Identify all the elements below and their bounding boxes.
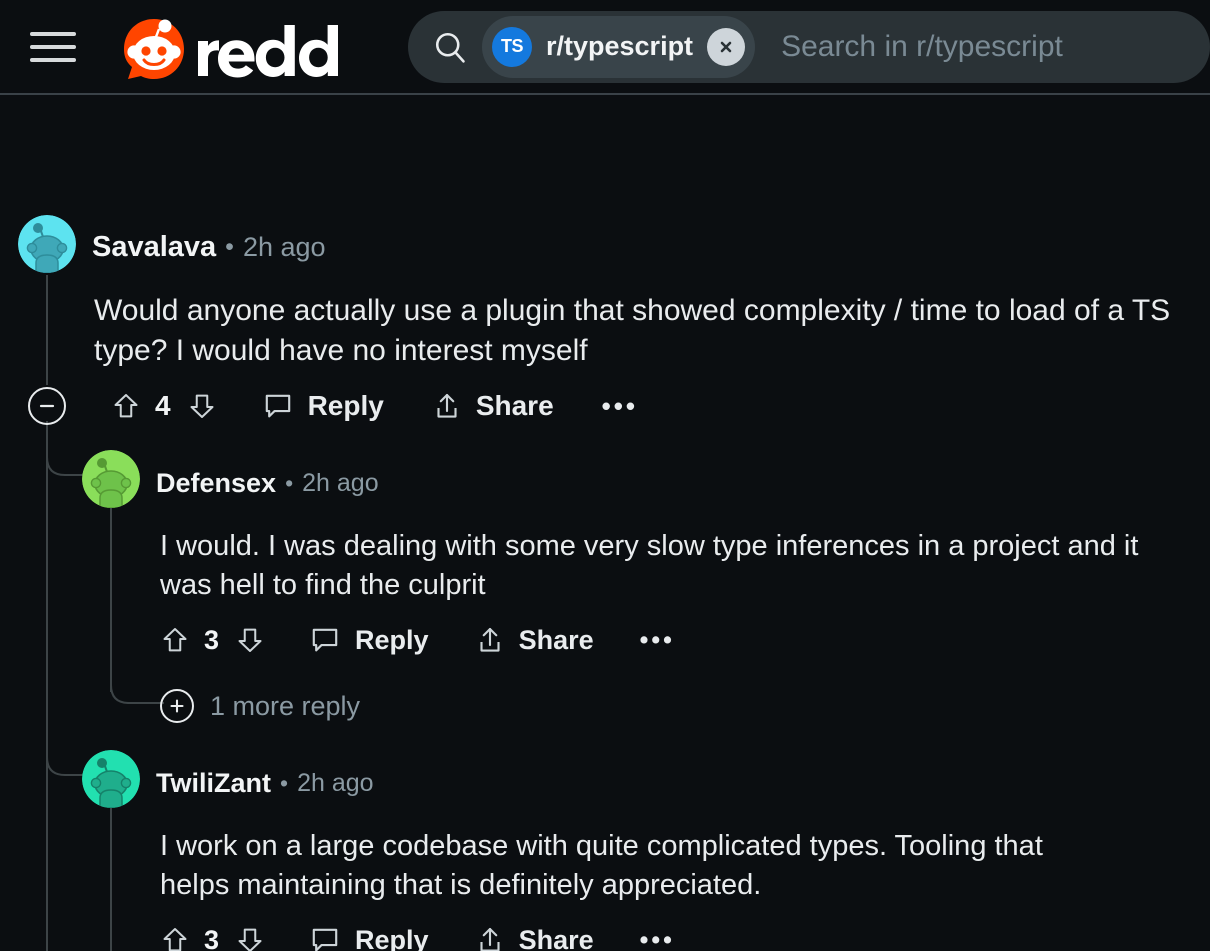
separator-dot: • — [225, 232, 234, 261]
share-arrow-icon — [480, 627, 500, 652]
comment-header: TwiliZant • 2h ago — [156, 753, 374, 813]
reddit-logo[interactable] — [118, 15, 346, 79]
thread-line-depth0 — [46, 275, 48, 385]
top-navigation-bar: TS r/typescript Search in r/typescript — [0, 0, 1210, 95]
comment-actions: 4 Reply Share ••• — [28, 387, 638, 425]
vote-count: 4 — [155, 390, 171, 421]
thread-line-depth1 — [110, 507, 112, 692]
collapse-minus-icon[interactable] — [28, 387, 66, 425]
search-scope-chip[interactable]: TS r/typescript — [482, 15, 756, 78]
comment-timestamp: 2h ago — [242, 231, 326, 262]
comment-body: Would anyone actually use a plugin that … — [94, 294, 1171, 367]
more-options-icon[interactable]: ••• — [640, 626, 675, 655]
search-input[interactable]: Search in r/typescript — [781, 30, 1063, 64]
downvote-button[interactable] — [235, 925, 265, 951]
snoo-avatar-icon — [18, 215, 76, 273]
comment-author[interactable]: TwiliZant — [156, 768, 271, 799]
comment-thread: Savalava • 2h ago Would anyone actually … — [0, 95, 1210, 951]
comment-bubble-icon — [312, 928, 338, 951]
separator-dot: • — [285, 469, 294, 496]
upvote-arrow-icon — [114, 394, 138, 418]
avatar[interactable] — [82, 450, 140, 508]
reply-label: Reply — [355, 624, 429, 655]
reply-label: Reply — [307, 390, 384, 421]
upvote-button[interactable] — [160, 625, 190, 655]
share-button[interactable]: Share — [475, 625, 594, 656]
comment-bubble-icon — [312, 628, 338, 652]
share-arrow-icon — [437, 393, 457, 418]
reply-label: Reply — [355, 924, 429, 951]
share-button[interactable]: Share — [432, 390, 554, 422]
reply-button[interactable]: Reply — [309, 624, 429, 656]
more-options-icon[interactable]: ••• — [602, 391, 638, 422]
snoo-avatar-icon — [82, 450, 140, 508]
share-label: Share — [518, 924, 594, 951]
upvote-arrow-icon — [163, 928, 187, 951]
subreddit-avatar: TS — [492, 26, 532, 67]
comment-timestamp: 2h ago — [302, 468, 379, 497]
downvote-arrow-icon — [190, 394, 214, 418]
thread-line-depth0 — [46, 421, 48, 951]
upvote-button[interactable] — [111, 391, 141, 421]
share-label: Share — [518, 624, 594, 655]
hamburger-menu-icon[interactable] — [30, 27, 76, 67]
upvote-arrow-icon — [163, 628, 187, 652]
hamburger-bar — [30, 57, 76, 62]
reply-button[interactable]: Reply — [309, 924, 429, 951]
vote-count: 3 — [204, 924, 220, 951]
comment-bubble-icon — [265, 394, 290, 418]
share-button[interactable]: Share — [475, 925, 594, 951]
more-replies-label: 1 more reply — [210, 690, 361, 721]
search-icon — [428, 25, 472, 69]
comment-author[interactable]: Savalava — [92, 231, 216, 264]
separator-dot: • — [280, 769, 289, 796]
share-label: Share — [475, 390, 554, 421]
comment-timestamp: 2h ago — [297, 768, 374, 797]
downvote-arrow-icon — [238, 928, 262, 951]
comment-body: I would. I was dealing with some very sl… — [160, 530, 1139, 601]
thread-line-depth1 — [110, 807, 112, 951]
reddit-logo-icon — [124, 18, 338, 79]
snoo-avatar-icon — [82, 750, 140, 808]
avatar[interactable] — [18, 215, 76, 273]
more-options-icon[interactable]: ••• — [640, 926, 675, 951]
comment-author[interactable]: Defensex — [156, 468, 276, 499]
comment-actions: 3 Reply Share ••• — [160, 924, 675, 951]
comment-header: Savalava • 2h ago — [92, 217, 326, 277]
more-replies-button[interactable]: 1 more reply — [160, 689, 360, 723]
upvote-button[interactable] — [160, 925, 190, 951]
reply-button[interactable]: Reply — [262, 390, 384, 422]
subreddit-name: r/typescript — [546, 31, 694, 61]
downvote-button[interactable] — [187, 391, 217, 421]
hamburger-bar — [30, 31, 76, 36]
comment-body: I work on a large codebase with quite co… — [160, 830, 1043, 901]
expand-plus-icon[interactable] — [160, 689, 194, 723]
hamburger-bar — [30, 44, 76, 49]
search-bar[interactable]: TS r/typescript Search in r/typescript — [408, 10, 1210, 83]
comment-actions: 3 Reply Share ••• — [160, 624, 675, 656]
comment-header: Defensex • 2h ago — [156, 453, 379, 513]
avatar[interactable] — [82, 750, 140, 808]
downvote-arrow-icon — [238, 628, 262, 652]
vote-count: 3 — [204, 624, 220, 655]
close-icon[interactable] — [707, 27, 746, 66]
share-arrow-icon — [480, 927, 500, 951]
downvote-button[interactable] — [235, 625, 265, 655]
